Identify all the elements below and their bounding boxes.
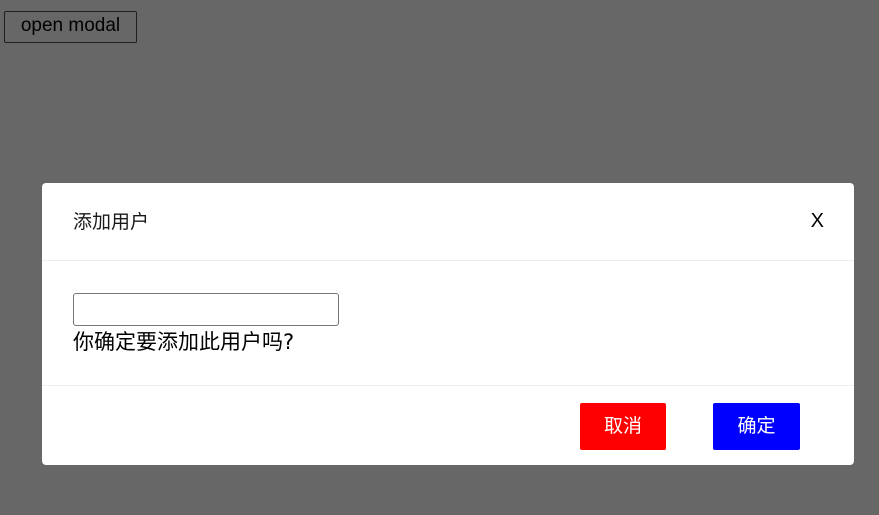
modal-footer: 取消 确定	[42, 386, 854, 465]
modal-body: 你确定要添加此用户吗?	[42, 261, 854, 386]
modal-title: 添加用户	[73, 211, 150, 233]
user-input[interactable]	[73, 293, 339, 326]
close-button[interactable]: X	[811, 209, 824, 233]
cancel-button[interactable]: 取消	[580, 403, 666, 450]
open-modal-button[interactable]: open modal	[4, 11, 137, 43]
modal-dialog: 添加用户 X 你确定要添加此用户吗? 取消 确定	[42, 183, 854, 465]
confirm-button[interactable]: 确定	[713, 403, 800, 450]
confirm-message: 你确定要添加此用户吗?	[73, 330, 295, 354]
modal-header: 添加用户 X	[42, 183, 854, 261]
